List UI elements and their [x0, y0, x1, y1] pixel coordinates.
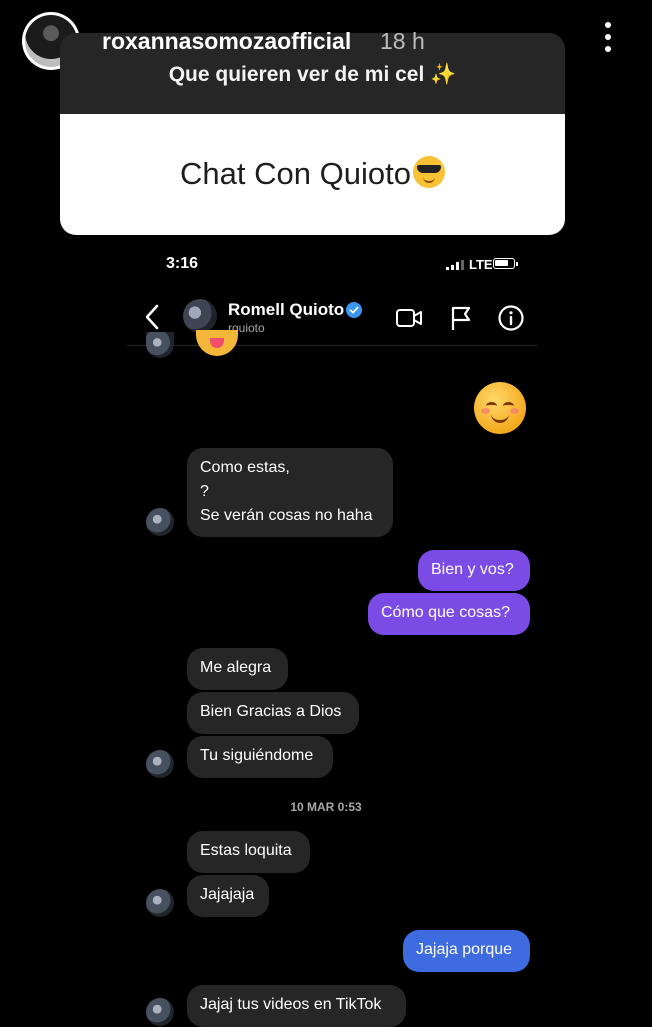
sunglasses-emoji-icon: [412, 156, 445, 188]
incoming-message-bubble[interactable]: Tu siguiéndome: [187, 736, 333, 778]
outgoing-message-bubble[interactable]: Jajaja porque: [403, 930, 530, 972]
header-divider: [127, 345, 538, 346]
sticker-question: Que quieren ver de mi cel ✨: [168, 63, 457, 86]
contact-avatar[interactable]: [183, 299, 217, 333]
question-sticker[interactable]: Que quieren ver de mi cel ✨ Chat Con Qui…: [60, 33, 565, 235]
verified-badge-icon: [346, 302, 362, 318]
contact-avatar-small: [146, 998, 174, 1026]
outgoing-message-bubble[interactable]: Bien y vos?: [418, 550, 530, 591]
sticker-answer-row: Chat Con Quioto: [60, 156, 565, 192]
incoming-message-bubble[interactable]: Como estas, ? Se verán cosas no haha: [187, 448, 393, 537]
battery-icon: [493, 258, 518, 269]
message-line: Se verán cosas no haha: [200, 507, 373, 524]
video-call-icon[interactable]: [395, 304, 423, 332]
incoming-message-bubble[interactable]: Jajaj tus videos en TikTok: [187, 985, 406, 1027]
network-label: LTE: [469, 257, 493, 272]
flag-icon[interactable]: [447, 304, 475, 332]
story-username[interactable]: roxannasomozaofficial: [102, 28, 351, 55]
smiling-emoji-icon: [474, 382, 526, 434]
contact-name[interactable]: Romell Quioto: [228, 300, 344, 320]
emoji-message-icon: [196, 330, 238, 356]
message-timestamp: 10 MAR 0:53: [290, 800, 362, 814]
contact-avatar-small: [146, 508, 174, 536]
sticker-answer: Chat Con Quioto: [180, 156, 411, 191]
incoming-message-bubble[interactable]: Estas loquita: [187, 831, 310, 873]
contact-avatar-small: [146, 750, 174, 778]
contact-avatar-small: [146, 332, 174, 358]
story-time-ago: 18 h: [380, 28, 425, 54]
contact-avatar-small: [146, 889, 174, 917]
back-icon[interactable]: [140, 300, 166, 334]
more-options-icon[interactable]: [598, 22, 618, 56]
incoming-message-bubble[interactable]: Me alegra: [187, 648, 288, 690]
incoming-message-bubble[interactable]: Jajajaja: [187, 875, 269, 917]
info-icon[interactable]: [497, 304, 525, 332]
signal-icon: [446, 260, 464, 270]
incoming-message-bubble[interactable]: Bien Gracias a Dios: [187, 692, 359, 734]
message-line: Como estas,: [200, 459, 290, 476]
message-line: ?: [200, 483, 209, 500]
sticker-answer-area: Chat Con Quioto: [60, 114, 565, 235]
status-time: 3:16: [166, 255, 199, 272]
outgoing-message-bubble[interactable]: Cómo que cosas?: [368, 593, 530, 635]
